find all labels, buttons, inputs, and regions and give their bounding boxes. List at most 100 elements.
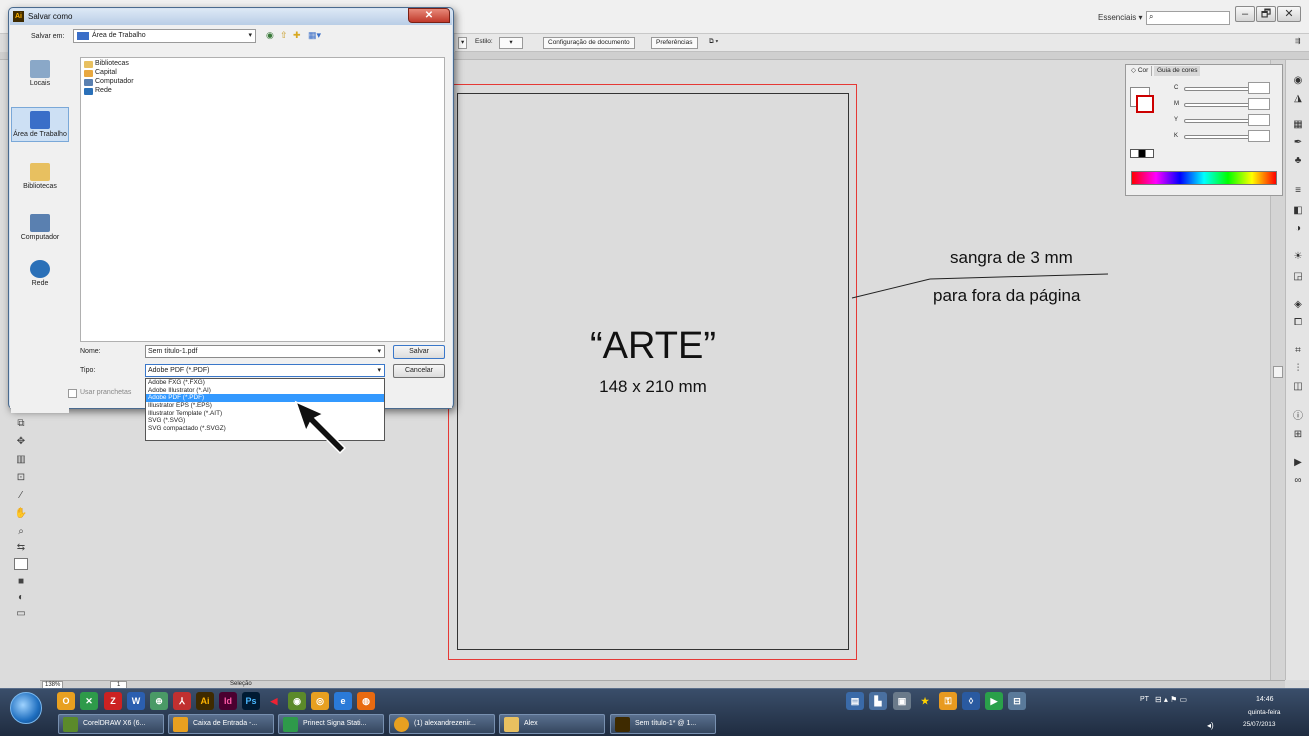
slice-tool-icon[interactable]: ⁄: [14, 490, 28, 502]
draw-mode-icon[interactable]: ◐: [14, 592, 28, 604]
place-computer[interactable]: Computador: [11, 214, 69, 241]
file-list[interactable]: Bibliotecas Capital Computador Rede: [80, 57, 445, 342]
pathfinder-icon[interactable]: ◫: [1291, 380, 1305, 394]
firefox-icon[interactable]: ◍: [357, 692, 375, 710]
app-icon[interactable]: ⊕: [150, 692, 168, 710]
use-artboards-checkbox[interactable]: [68, 389, 77, 398]
zoom-tool-icon[interactable]: ⌕: [14, 526, 28, 538]
brushes-icon[interactable]: ✒: [1291, 136, 1305, 150]
place-libraries[interactable]: Bibliotecas: [11, 163, 69, 190]
taskbar-window-3[interactable]: Prinect Signa Stati...: [278, 714, 384, 734]
up-folder-icon[interactable]: ⇧: [280, 30, 288, 41]
artboard-tool-icon[interactable]: ⊡: [14, 472, 28, 484]
color-panel-icon[interactable]: ◉: [1291, 74, 1305, 88]
stroke-icon[interactable]: ≡: [1291, 184, 1305, 198]
filetype-option[interactable]: SVG compactado (*.SVGZ): [146, 425, 384, 433]
word-icon[interactable]: W: [127, 692, 145, 710]
symbols-icon[interactable]: ♣: [1291, 154, 1305, 168]
align-icon[interactable]: ⫶: [1291, 362, 1305, 376]
outlook-icon[interactable]: O: [57, 692, 75, 710]
gradient-icon[interactable]: ◧: [1291, 204, 1305, 218]
tab-color-guide[interactable]: Guia de cores: [1154, 66, 1201, 76]
taskbar-window-1[interactable]: CorelDRAW X6 (6...: [58, 714, 164, 734]
layers-icon[interactable]: ◈: [1291, 298, 1305, 312]
list-item[interactable]: Bibliotecas: [84, 60, 129, 68]
filetype-select[interactable]: Adobe PDF (*.PDF) ▾: [145, 364, 385, 377]
preferences-button[interactable]: Preferências: [651, 37, 698, 49]
blend-tool-icon[interactable]: ⧉: [14, 418, 28, 430]
list-item[interactable]: Capital: [84, 69, 117, 77]
transform-icon[interactable]: ⌗: [1291, 344, 1305, 358]
document-info-icon[interactable]: ⓘ: [1291, 410, 1305, 424]
filetype-option[interactable]: Illustrator EPS (*.EPS): [146, 402, 384, 410]
key-icon[interactable]: ⚿: [939, 692, 957, 710]
tray-app-icon-1[interactable]: ▤: [846, 692, 864, 710]
appearance-icon[interactable]: ☀: [1291, 250, 1305, 264]
help-search-input[interactable]: ⌕: [1146, 11, 1230, 25]
volume-icon[interactable]: ◂): [1207, 721, 1214, 730]
corel-icon[interactable]: ◉: [288, 692, 306, 710]
hand-tool-icon[interactable]: ✋: [14, 508, 28, 520]
graphic-styles-icon[interactable]: ◲: [1291, 270, 1305, 284]
minimize-button[interactable]: –: [1235, 6, 1255, 22]
taskbar-window-6[interactable]: Sem título-1* @ 1...: [610, 714, 716, 734]
start-button[interactable]: [10, 692, 42, 724]
color-mode-icon[interactable]: ■: [14, 576, 28, 588]
list-item[interactable]: Rede: [84, 87, 112, 95]
view-menu-icon[interactable]: ▦▾: [308, 30, 321, 41]
play-icon[interactable]: ▶: [985, 692, 1003, 710]
filetype-option[interactable]: Adobe FXG (*.FXG): [146, 379, 384, 387]
save-in-select[interactable]: Área de Trabalho ▾: [73, 29, 256, 43]
filetype-dropdown[interactable]: Adobe FXG (*.FXG) Adobe Illustrator (*.A…: [145, 378, 385, 441]
graph-tool-icon[interactable]: ▥: [14, 454, 28, 466]
filetype-option-selected[interactable]: Adobe PDF (*.PDF): [146, 394, 384, 403]
place-recent[interactable]: Locais: [11, 60, 69, 87]
filename-input[interactable]: Sem título-1.pdf ▾: [145, 345, 385, 358]
artboards-icon[interactable]: ⧠: [1291, 316, 1305, 330]
stroke-swatch[interactable]: [1136, 95, 1154, 113]
panel-menu-icon[interactable]: ⇶: [1291, 37, 1304, 49]
new-folder-icon[interactable]: ✚: [293, 30, 301, 41]
document-setup-button[interactable]: Configuração de documento: [543, 37, 635, 49]
place-desktop[interactable]: Área de Trabalho: [11, 107, 69, 142]
workspace-switcher[interactable]: Essenciais ▾: [1098, 13, 1143, 22]
color-guide-icon[interactable]: ◮: [1291, 92, 1305, 106]
tab-color[interactable]: ◇ Cor: [1128, 66, 1153, 76]
acrobat-icon[interactable]: ⅄: [173, 692, 191, 710]
filetype-option[interactable]: Adobe Illustrator (*.AI): [146, 387, 384, 395]
signa-icon[interactable]: ✕: [80, 692, 98, 710]
indesign-icon[interactable]: Id: [219, 692, 237, 710]
navigator-icon[interactable]: ⊞: [1291, 428, 1305, 442]
chevron-down-icon[interactable]: ▾: [458, 37, 468, 49]
channel-m-input[interactable]: [1248, 98, 1270, 110]
chrome-icon[interactable]: ◎: [311, 692, 329, 710]
taskbar-window-4[interactable]: (1) alexandrezenir...: [389, 714, 495, 734]
swatches-icon[interactable]: ▦: [1291, 118, 1305, 132]
photoshop-icon[interactable]: Ps: [242, 692, 260, 710]
maximize-button[interactable]: 🗗: [1256, 6, 1276, 22]
clock-time[interactable]: 14:46: [1256, 696, 1274, 703]
ie-icon[interactable]: e: [334, 692, 352, 710]
shield-icon[interactable]: ◊: [962, 692, 980, 710]
none-black-white-swatch[interactable]: [1130, 149, 1154, 158]
artboard[interactable]: [457, 93, 849, 650]
list-item[interactable]: Computador: [84, 78, 134, 86]
transparency-icon[interactable]: ◑: [1291, 222, 1305, 236]
screen-mode-icon[interactable]: ▭: [14, 608, 28, 620]
language-indicator[interactable]: PT: [1140, 696, 1149, 703]
close-app-button[interactable]: ✕: [1277, 6, 1301, 22]
place-network[interactable]: Rede: [11, 260, 69, 287]
color-spectrum[interactable]: [1131, 171, 1277, 185]
illustrator-icon[interactable]: Ai: [196, 692, 214, 710]
channel-y-input[interactable]: [1248, 114, 1270, 126]
style-select[interactable]: ▾: [499, 37, 523, 49]
channel-c-input[interactable]: [1248, 82, 1270, 94]
filetype-option[interactable]: Illustrator Template (*.AIT): [146, 410, 384, 418]
links-icon[interactable]: ∞: [1291, 474, 1305, 488]
arrange-documents-icon[interactable]: ⧉ ▾: [705, 37, 722, 49]
taskbar-window-5[interactable]: Alex: [499, 714, 605, 734]
star-icon[interactable]: ★: [916, 692, 934, 710]
filetype-option[interactable]: SVG (*.SVG): [146, 417, 384, 425]
cancel-button[interactable]: Cancelar: [393, 364, 445, 378]
tray-app-icon-3[interactable]: ▣: [893, 692, 911, 710]
